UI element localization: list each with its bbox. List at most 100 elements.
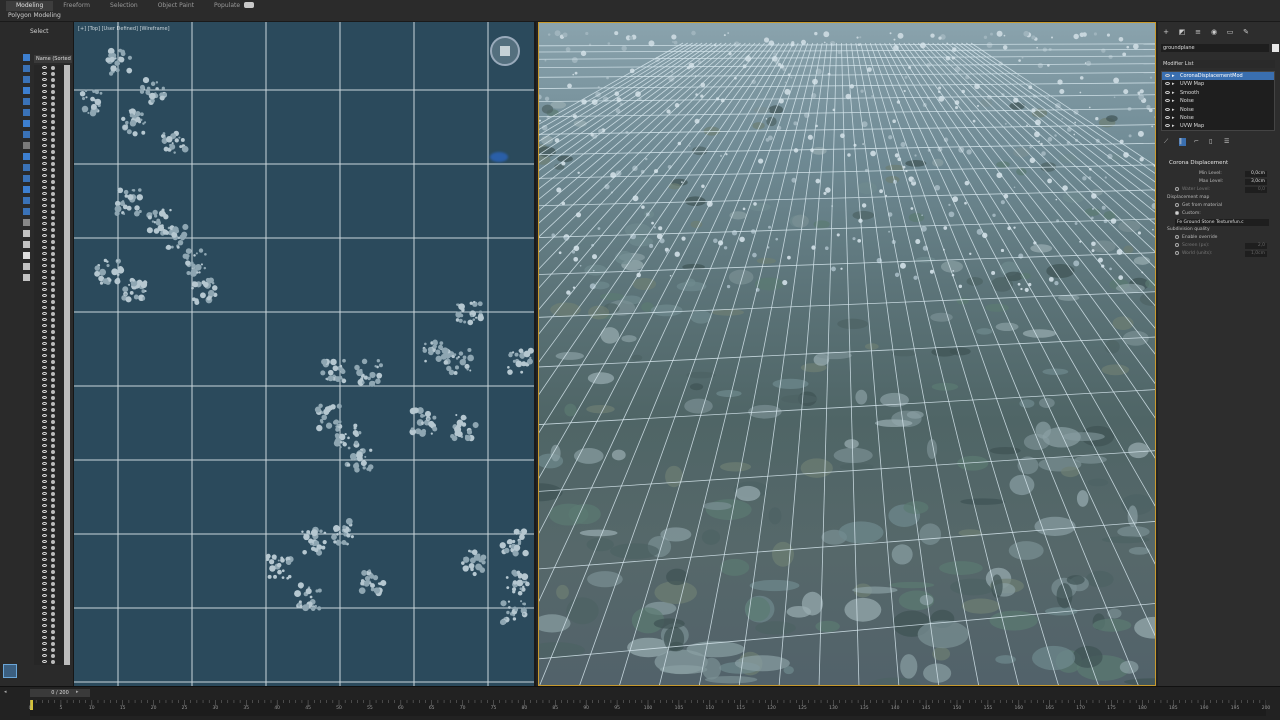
freeze-icon[interactable] [51, 306, 55, 310]
remove-modifier-icon[interactable]: ▯ [1209, 138, 1216, 146]
eye-icon[interactable] [1165, 90, 1170, 94]
screen-spinner[interactable]: 2,0 [1245, 243, 1267, 249]
stack-item[interactable]: ▸ Noise [1162, 106, 1274, 114]
freeze-icon[interactable] [51, 372, 55, 376]
freeze-icon[interactable] [51, 510, 55, 514]
freeze-icon[interactable] [51, 444, 55, 448]
freeze-icon[interactable] [51, 192, 55, 196]
stack-item[interactable]: ▸ Noise [1162, 114, 1274, 122]
visibility-eye-icon[interactable] [42, 504, 47, 507]
tab-object-paint[interactable]: Object Paint [148, 1, 204, 11]
freeze-icon[interactable] [51, 498, 55, 502]
visibility-eye-icon[interactable] [42, 630, 47, 633]
viewport-perspective[interactable] [538, 22, 1156, 686]
freeze-icon[interactable] [51, 654, 55, 658]
visibility-eye-icon[interactable] [42, 390, 47, 393]
freeze-icon[interactable] [51, 252, 55, 256]
visibility-eye-icon[interactable] [42, 384, 47, 387]
explorer-column-header[interactable]: Name (Sorted A [34, 55, 72, 63]
freeze-icon[interactable] [51, 516, 55, 520]
freeze-icon[interactable] [51, 630, 55, 634]
freeze-icon[interactable] [51, 564, 55, 568]
visibility-eye-icon[interactable] [42, 414, 47, 417]
freeze-icon[interactable] [51, 174, 55, 178]
visibility-eye-icon[interactable] [42, 540, 47, 543]
freeze-icon[interactable] [51, 132, 55, 136]
viewcube-icon[interactable] [490, 36, 520, 66]
visibility-eye-icon[interactable] [42, 492, 47, 495]
visibility-eye-icon[interactable] [42, 282, 47, 285]
freeze-icon[interactable] [51, 540, 55, 544]
freeze-icon[interactable] [51, 618, 55, 622]
enable-override-checkbox[interactable] [1175, 234, 1179, 239]
display-tab-icon[interactable]: ▭ [1226, 28, 1234, 36]
ribbon-subtitle[interactable]: Polygon Modeling [8, 12, 61, 19]
freeze-icon[interactable] [51, 288, 55, 292]
freeze-icon[interactable] [51, 486, 55, 490]
freeze-icon[interactable] [51, 648, 55, 652]
freeze-icon[interactable] [51, 246, 55, 250]
visibility-eye-icon[interactable] [42, 348, 47, 351]
filter-icon[interactable] [23, 54, 30, 61]
visibility-eye-icon[interactable] [42, 156, 47, 159]
layer-explorer-button[interactable] [3, 664, 17, 678]
visibility-eye-icon[interactable] [42, 246, 47, 249]
visibility-eye-icon[interactable] [42, 432, 47, 435]
freeze-icon[interactable] [51, 210, 55, 214]
freeze-icon[interactable] [51, 216, 55, 220]
freeze-icon[interactable] [51, 642, 55, 646]
visibility-eye-icon[interactable] [42, 72, 47, 75]
filter-icon[interactable] [23, 98, 30, 105]
expand-icon[interactable]: ▸ [1172, 89, 1175, 97]
freeze-icon[interactable] [51, 378, 55, 382]
filter-icon[interactable] [23, 263, 30, 270]
visibility-eye-icon[interactable] [42, 522, 47, 525]
visibility-eye-icon[interactable] [42, 474, 47, 477]
visibility-eye-icon[interactable] [42, 342, 47, 345]
freeze-icon[interactable] [51, 138, 55, 142]
visibility-eye-icon[interactable] [42, 636, 47, 639]
visibility-eye-icon[interactable] [42, 588, 47, 591]
filter-icon[interactable] [23, 87, 30, 94]
max-level-spinner[interactable]: 3,0cm [1245, 179, 1267, 185]
min-level-spinner[interactable]: 0,0cm [1245, 171, 1267, 177]
freeze-icon[interactable] [51, 312, 55, 316]
show-end-result-icon[interactable]: ‖ [1179, 138, 1186, 146]
filter-icon[interactable] [23, 175, 30, 182]
visibility-eye-icon[interactable] [42, 654, 47, 657]
freeze-icon[interactable] [51, 612, 55, 616]
visibility-eye-icon[interactable] [42, 594, 47, 597]
visibility-eye-icon[interactable] [42, 438, 47, 441]
freeze-icon[interactable] [51, 492, 55, 496]
stack-item[interactable]: ▸ Smooth [1162, 89, 1274, 97]
visibility-eye-icon[interactable] [42, 78, 47, 81]
visibility-eye-icon[interactable] [42, 600, 47, 603]
water-level-checkbox[interactable] [1175, 186, 1179, 191]
eye-icon[interactable] [1165, 82, 1170, 86]
freeze-icon[interactable] [51, 258, 55, 262]
visibility-eye-icon[interactable] [42, 120, 47, 123]
freeze-icon[interactable] [51, 90, 55, 94]
visibility-eye-icon[interactable] [42, 354, 47, 357]
expand-icon[interactable]: ▸ [1172, 106, 1175, 114]
visibility-eye-icon[interactable] [42, 138, 47, 141]
visibility-eye-icon[interactable] [42, 288, 47, 291]
visibility-eye-icon[interactable] [42, 420, 47, 423]
visibility-eye-icon[interactable] [42, 360, 47, 363]
freeze-icon[interactable] [51, 120, 55, 124]
visibility-eye-icon[interactable] [42, 234, 47, 237]
visibility-eye-icon[interactable] [42, 96, 47, 99]
freeze-icon[interactable] [51, 582, 55, 586]
visibility-eye-icon[interactable] [42, 546, 47, 549]
freeze-icon[interactable] [51, 108, 55, 112]
visibility-eye-icon[interactable] [42, 336, 47, 339]
visibility-eye-icon[interactable] [42, 582, 47, 585]
modify-tab-icon[interactable]: ◩ [1178, 28, 1186, 36]
configure-sets-icon[interactable]: ☰ [1224, 138, 1231, 146]
visibility-eye-icon[interactable] [42, 132, 47, 135]
visibility-eye-icon[interactable] [42, 480, 47, 483]
track-bar[interactable]: 0 5 10 15 20 25 30 35 40 45 50 55 60 65 70 75 80 85 90 95 10… [29, 700, 1270, 716]
freeze-icon[interactable] [51, 84, 55, 88]
visibility-eye-icon[interactable] [42, 378, 47, 381]
visibility-eye-icon[interactable] [42, 558, 47, 561]
